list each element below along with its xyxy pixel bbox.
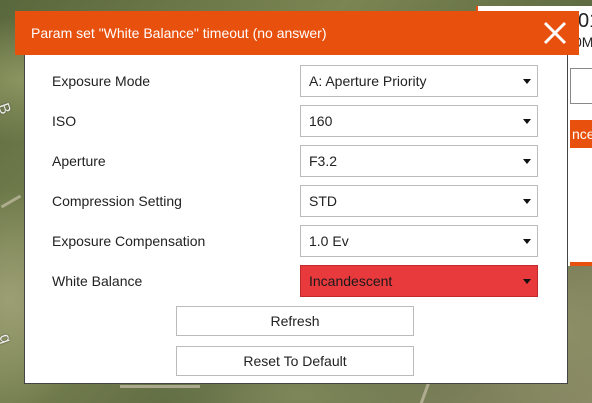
param-label: White Balance [52, 273, 143, 289]
map-road [120, 385, 200, 388]
exposure-mode-select[interactable]: A: Aperture Priority [300, 65, 538, 97]
dialog-header: Param set "White Balance" timeout (no an… [15, 11, 579, 55]
param-row-exposure-mode: Exposure Mode A: Aperture Priority [52, 65, 540, 97]
chevron-down-icon [523, 79, 531, 84]
close-button[interactable] [537, 15, 573, 51]
select-value: A: Aperture Priority [309, 73, 427, 89]
map-label: g [0, 331, 15, 346]
select-value: Incandescent [309, 273, 393, 289]
chevron-down-icon [523, 119, 531, 124]
param-label: Compression Setting [52, 193, 182, 209]
select-value: STD [309, 193, 337, 209]
chevron-down-icon [523, 239, 531, 244]
select-value: 160 [309, 113, 333, 129]
select-value: 1.0 Ev [309, 233, 349, 249]
background-value-top: 01 [578, 10, 592, 32]
select-value: F3.2 [309, 153, 338, 169]
refresh-button[interactable]: Refresh [176, 306, 414, 336]
map-label: B [0, 100, 14, 117]
param-row-compression: Compression Setting STD [52, 185, 540, 217]
background-input-box[interactable] [570, 68, 592, 104]
map-road [0, 194, 22, 209]
iso-select[interactable]: 160 [300, 105, 538, 137]
close-icon [543, 21, 567, 45]
param-row-iso: ISO 160 [52, 105, 540, 137]
reset-to-default-button[interactable]: Reset To Default [176, 346, 414, 376]
param-label: Exposure Mode [52, 73, 151, 89]
aperture-select[interactable]: F3.2 [300, 145, 538, 177]
param-label: Exposure Compensation [52, 233, 206, 249]
dialog-title: Param set "White Balance" timeout (no an… [31, 25, 327, 41]
param-label: ISO [52, 113, 77, 129]
param-label: Aperture [52, 153, 106, 169]
param-row-white-balance: White Balance Incandescent [52, 265, 540, 297]
param-row-exposure-compensation: Exposure Compensation 1.0 Ev [52, 225, 540, 257]
chevron-down-icon [523, 279, 531, 284]
chevron-down-icon [523, 159, 531, 164]
chevron-down-icon [523, 199, 531, 204]
camera-params-dialog: Param set "White Balance" timeout (no an… [15, 11, 579, 384]
background-orange-button[interactable]: nce [570, 120, 592, 148]
white-balance-select[interactable]: Incandescent [300, 265, 538, 297]
compression-select[interactable]: STD [300, 185, 538, 217]
exposure-compensation-select[interactable]: 1.0 Ev [300, 225, 538, 257]
background-accent-bar [570, 262, 592, 266]
param-row-aperture: Aperture F3.2 [52, 145, 540, 177]
